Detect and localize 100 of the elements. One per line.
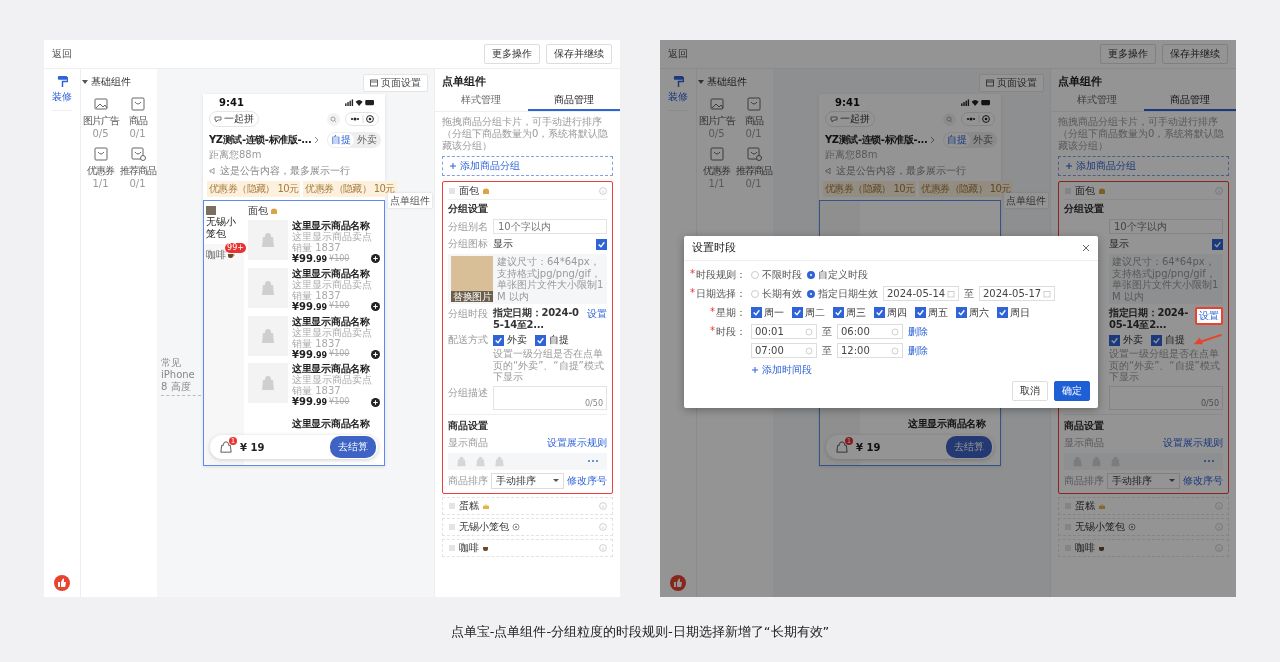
category-item[interactable]: 无锡小笼包 (204, 201, 244, 244)
set-link[interactable]: 设置 (587, 307, 607, 321)
checkbox-label[interactable]: 周五 (928, 305, 948, 320)
add-icon[interactable] (371, 302, 380, 312)
add-icon[interactable] (371, 254, 380, 264)
store-name[interactable]: YZ测试-连锁-标准版-... (825, 133, 928, 147)
edit-order-link[interactable]: 修改序号 (567, 473, 607, 488)
component-item[interactable]: 图片广告 0/5 (82, 97, 119, 139)
checkout-button[interactable]: 去结算 (946, 436, 992, 458)
back-link[interactable]: 返回 (668, 47, 688, 61)
component-item[interactable]: 推荐商品 0/1 (119, 147, 156, 189)
checkbox[interactable] (792, 307, 803, 318)
coupon-tag[interactable]: 优惠券（隐藏） 10元 (207, 181, 301, 197)
date-field[interactable]: 2024-05-14 (883, 286, 959, 301)
product-name[interactable]: 这里显示商品名称 (292, 267, 380, 279)
product-name[interactable]: 这里显示商品名称 (292, 315, 380, 327)
component-item[interactable]: 商品 0/1 (735, 97, 772, 139)
set-link[interactable]: 设置 (1195, 307, 1223, 325)
product-name[interactable]: 这里显示商品名称 (292, 220, 380, 231)
header-button[interactable]: 更多操作 (1100, 44, 1156, 64)
mode-option[interactable]: 外卖 (354, 133, 380, 147)
group-heading[interactable]: 基础组件 (698, 75, 772, 89)
time-field[interactable]: 12:00 (837, 343, 903, 358)
product-name[interactable]: 这里显示商品名称 (248, 417, 380, 431)
group-heading[interactable]: 基础组件 (82, 75, 156, 89)
mode-option[interactable]: 自提 (328, 133, 354, 147)
checkbox[interactable] (493, 334, 504, 346)
mode-option[interactable]: 自提 (944, 133, 970, 147)
date-field[interactable]: 2024-05-17 (979, 286, 1055, 301)
back-link[interactable]: 返回 (52, 47, 72, 61)
checkbox[interactable] (874, 307, 885, 318)
radio-button[interactable] (807, 289, 815, 298)
checkbox[interactable] (833, 307, 844, 318)
checkbox[interactable] (535, 334, 546, 346)
component-item[interactable]: 优惠券 1/1 (82, 147, 119, 189)
header-button[interactable]: 更多操作 (484, 44, 540, 64)
tab[interactable]: 商品管理 (527, 93, 620, 111)
checkbox-label[interactable]: 周二 (805, 305, 825, 320)
delete-link[interactable]: 删除 (908, 343, 928, 358)
store-name[interactable]: YZ测试-连锁-标准版-... (209, 133, 312, 147)
checkbox-label[interactable]: 周四 (887, 305, 907, 320)
tab[interactable]: 样式管理 (435, 93, 528, 111)
checkbox[interactable] (1212, 238, 1223, 250)
add-icon[interactable] (371, 397, 380, 407)
header-button[interactable]: 保存并继续 (546, 44, 612, 64)
edit-order-link[interactable]: 修改序号 (1183, 473, 1223, 488)
checkout-button[interactable]: 去结算 (330, 436, 376, 458)
checkbox-label[interactable]: 周一 (764, 305, 784, 320)
radio-label[interactable]: 长期有效 (762, 286, 802, 301)
checkbox[interactable] (915, 307, 926, 318)
radio-label[interactable]: 指定日期生效 (818, 286, 878, 301)
description-textarea[interactable]: 0/50 (493, 385, 607, 410)
checkbox[interactable] (956, 307, 967, 318)
thumbs-up-icon[interactable] (670, 575, 686, 591)
product-name[interactable]: 这里显示商品名称 (292, 363, 380, 375)
checkbox[interactable] (997, 307, 1008, 318)
more-icon[interactable] (1203, 459, 1215, 463)
bag-icon[interactable] (220, 441, 232, 453)
tab[interactable]: 样式管理 (1051, 93, 1144, 111)
checkbox[interactable] (1109, 334, 1120, 346)
header-button[interactable]: 保存并继续 (1162, 44, 1228, 64)
time-field[interactable]: 00:01 (751, 324, 817, 339)
add-icon[interactable] (371, 350, 380, 359)
mode-option[interactable]: 外卖 (970, 133, 996, 147)
checkbox-label[interactable]: 自提 (549, 333, 569, 347)
radio-label[interactable]: 不限时段 (762, 267, 802, 282)
mini-program-capsule-icon[interactable] (961, 112, 995, 126)
checkbox[interactable] (596, 238, 607, 250)
more-icon[interactable] (587, 459, 599, 463)
checkbox-label[interactable]: 外卖 (1123, 333, 1143, 347)
time-field[interactable]: 07:00 (751, 343, 817, 358)
checkbox-label[interactable]: 自提 (1165, 333, 1185, 347)
cancel-button[interactable]: 取消 (1012, 381, 1048, 401)
checkbox[interactable] (751, 307, 762, 318)
add-time-slot-link[interactable]: 添加时间段 (751, 362, 812, 377)
component-item[interactable]: 图片广告 0/5 (698, 97, 735, 139)
coupon-tag[interactable]: 优惠券（隐藏） 10元 (303, 181, 397, 197)
alias-input[interactable]: 10个字以内 (493, 219, 607, 234)
delete-link[interactable]: 删除 (908, 324, 928, 339)
sort-select[interactable]: 手动排序 (491, 472, 564, 489)
component-item[interactable]: 商品 0/1 (119, 97, 156, 139)
time-field[interactable]: 06:00 (837, 324, 903, 339)
checkbox-label[interactable]: 周日 (1010, 305, 1030, 320)
component-item[interactable]: 推荐商品 0/1 (735, 147, 772, 189)
bag-icon[interactable] (836, 441, 848, 453)
checkbox-label[interactable]: 外卖 (507, 333, 527, 347)
checkbox[interactable] (1151, 334, 1162, 346)
search-icon[interactable] (327, 112, 340, 126)
confirm-button[interactable]: 确定 (1054, 381, 1090, 401)
add-group-button[interactable]: 添加商品分组 (442, 156, 613, 176)
page-settings-button[interactable]: 页面设置 (363, 74, 428, 92)
alias-input[interactable]: 10个字以内 (1109, 219, 1223, 234)
add-group-button[interactable]: 添加商品分组 (1058, 156, 1229, 176)
radio-label[interactable]: 自定义时段 (818, 267, 868, 282)
display-rule-link[interactable]: 设置展示规则 (547, 435, 607, 450)
page-settings-button[interactable]: 页面设置 (979, 74, 1044, 92)
checkbox-label[interactable]: 周六 (969, 305, 989, 320)
product-name[interactable]: 这里显示商品名称 (864, 417, 996, 431)
close-icon[interactable] (1082, 244, 1090, 252)
mini-program-capsule-icon[interactable] (345, 112, 379, 126)
